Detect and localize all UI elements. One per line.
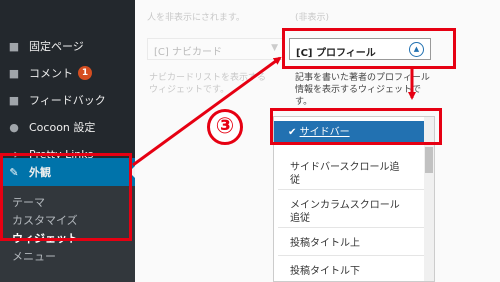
step-number-badge: ③ (207, 109, 243, 145)
annotation-arrows (132, 56, 416, 167)
arrow-to-profile-widget (132, 56, 282, 167)
